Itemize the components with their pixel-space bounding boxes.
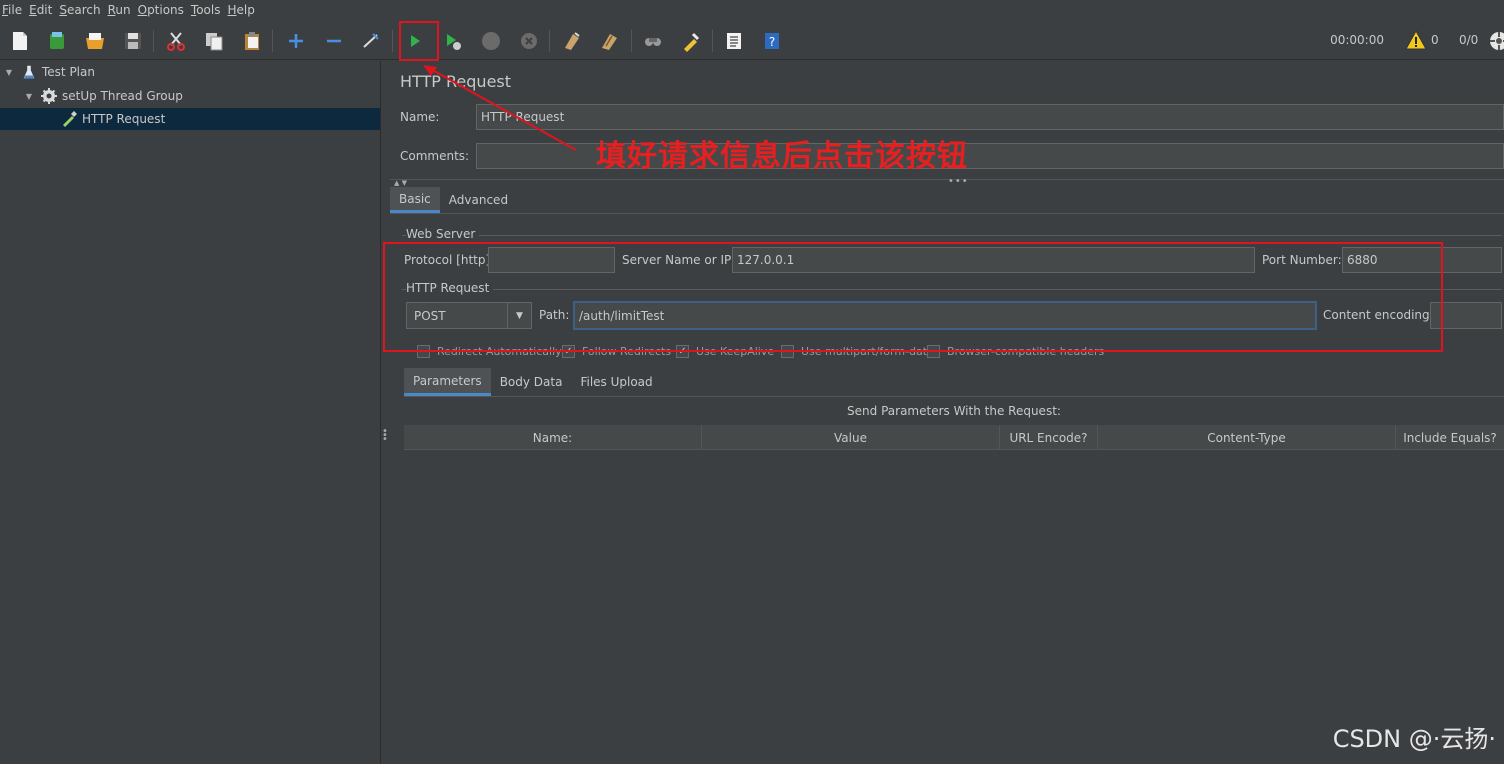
annotation-text: 填好请求信息后点击该按钮: [596, 139, 968, 174]
page-title: HTTP Request: [400, 72, 512, 91]
new-icon[interactable]: [8, 29, 32, 53]
toolbar-separator: [631, 30, 632, 52]
web-server-group-title: Web Server: [406, 227, 480, 241]
clear-icon[interactable]: [560, 29, 584, 53]
menu-bar: File Edit Search Run Options Tools Help: [0, 0, 1504, 20]
gear-icon: [40, 87, 58, 105]
menu-file[interactable]: File: [2, 3, 22, 17]
menu-help[interactable]: Help: [228, 3, 255, 17]
tab-files-upload[interactable]: Files Upload: [571, 368, 661, 396]
expand-triangle-icon[interactable]: ▼: [24, 91, 34, 101]
parameters-caption: Send Parameters With the Request:: [847, 404, 1061, 418]
tree-node-test-plan[interactable]: ▼ Test Plan: [4, 61, 95, 83]
menu-options[interactable]: Options: [138, 3, 184, 17]
tree-node-label: setUp Thread Group: [62, 89, 183, 103]
flask-icon: [20, 63, 38, 81]
column-header-value[interactable]: Value: [702, 425, 1000, 450]
test-plan-tree: ▼ Test Plan ▼ setUp Thread Group HTTP Re…: [0, 61, 381, 764]
expand-icon[interactable]: [284, 29, 308, 53]
tab-advanced[interactable]: Advanced: [440, 187, 517, 213]
reset-search-icon[interactable]: [679, 29, 703, 53]
start-button-highlight: [399, 21, 439, 61]
cut-icon[interactable]: [164, 29, 188, 53]
subtab-divider: [404, 396, 1504, 397]
web-server-group-border: [402, 235, 1502, 236]
paste-icon[interactable]: [240, 29, 264, 53]
toolbar-separator: [392, 30, 393, 52]
request-tabs: Basic Advanced: [390, 187, 517, 213]
toolbar-separator: [272, 30, 273, 52]
start-no-pauses-icon[interactable]: [441, 29, 465, 53]
parameters-table-header: Name: Value URL Encode? Content-Type Inc…: [404, 425, 1504, 450]
toolbar-separator: [153, 30, 154, 52]
column-header-url-encode[interactable]: URL Encode?: [1000, 425, 1098, 450]
column-header-name[interactable]: Name:: [404, 425, 702, 450]
help-icon[interactable]: ?: [760, 29, 784, 53]
expand-triangle-icon[interactable]: ▼: [4, 67, 14, 77]
toolbar-separator: [549, 30, 550, 52]
menu-run[interactable]: Run: [108, 3, 131, 17]
svg-text:?: ?: [769, 35, 775, 49]
tree-node-label: Test Plan: [42, 65, 95, 79]
tree-node-thread-group[interactable]: ▼ setUp Thread Group: [24, 85, 183, 107]
toolbar-separator: [712, 30, 713, 52]
name-input[interactable]: HTTP Request: [476, 104, 1504, 130]
function-helper-icon[interactable]: [722, 29, 746, 53]
toggle-icon[interactable]: [359, 29, 383, 53]
body-tabs: Parameters Body Data Files Upload: [404, 368, 662, 396]
stop-icon[interactable]: [479, 29, 503, 53]
form-splitter[interactable]: ▲ ▼ •••: [390, 176, 1504, 187]
active-threads-count: 0/0: [1459, 33, 1479, 47]
tree-node-label: HTTP Request: [82, 112, 166, 126]
column-header-include-equals[interactable]: Include Equals?: [1396, 425, 1504, 450]
shutdown-icon[interactable]: [517, 29, 541, 53]
tab-divider: [390, 213, 1504, 214]
request-info-highlight: [383, 242, 1443, 352]
collapse-icon[interactable]: [322, 29, 346, 53]
splitter-grip-icon[interactable]: •••: [948, 176, 969, 187]
warning-count: 0: [1431, 33, 1439, 47]
split-pane-handle[interactable]: • • •: [382, 427, 388, 445]
tab-parameters[interactable]: Parameters: [404, 368, 491, 396]
copy-icon[interactable]: [202, 29, 226, 53]
elapsed-timer: 00:00:00: [1330, 33, 1384, 47]
tree-node-http-request[interactable]: HTTP Request: [0, 108, 380, 130]
search-icon[interactable]: [641, 29, 665, 53]
menu-search[interactable]: Search: [59, 3, 100, 17]
pipette-icon: [60, 110, 78, 128]
comments-label: Comments:: [400, 149, 470, 163]
open-icon[interactable]: [83, 29, 107, 53]
menu-tools[interactable]: Tools: [191, 3, 221, 17]
name-label: Name:: [400, 110, 440, 124]
tab-body-data[interactable]: Body Data: [491, 368, 572, 396]
menu-edit[interactable]: Edit: [29, 3, 52, 17]
warning-icon[interactable]: [1404, 28, 1428, 52]
templates-icon[interactable]: [45, 29, 69, 53]
toolbar: ? 00:00:00 0 0/0: [0, 20, 1504, 60]
column-header-content-type[interactable]: Content-Type: [1098, 425, 1396, 450]
watermark: CSDN @·云扬·: [1332, 725, 1496, 753]
save-icon[interactable]: [121, 29, 145, 53]
remote-status-icon[interactable]: [1487, 29, 1504, 53]
clear-all-icon[interactable]: [598, 29, 622, 53]
splitter-arrows-icon[interactable]: ▲ ▼: [394, 179, 407, 187]
tab-basic[interactable]: Basic: [390, 187, 440, 213]
